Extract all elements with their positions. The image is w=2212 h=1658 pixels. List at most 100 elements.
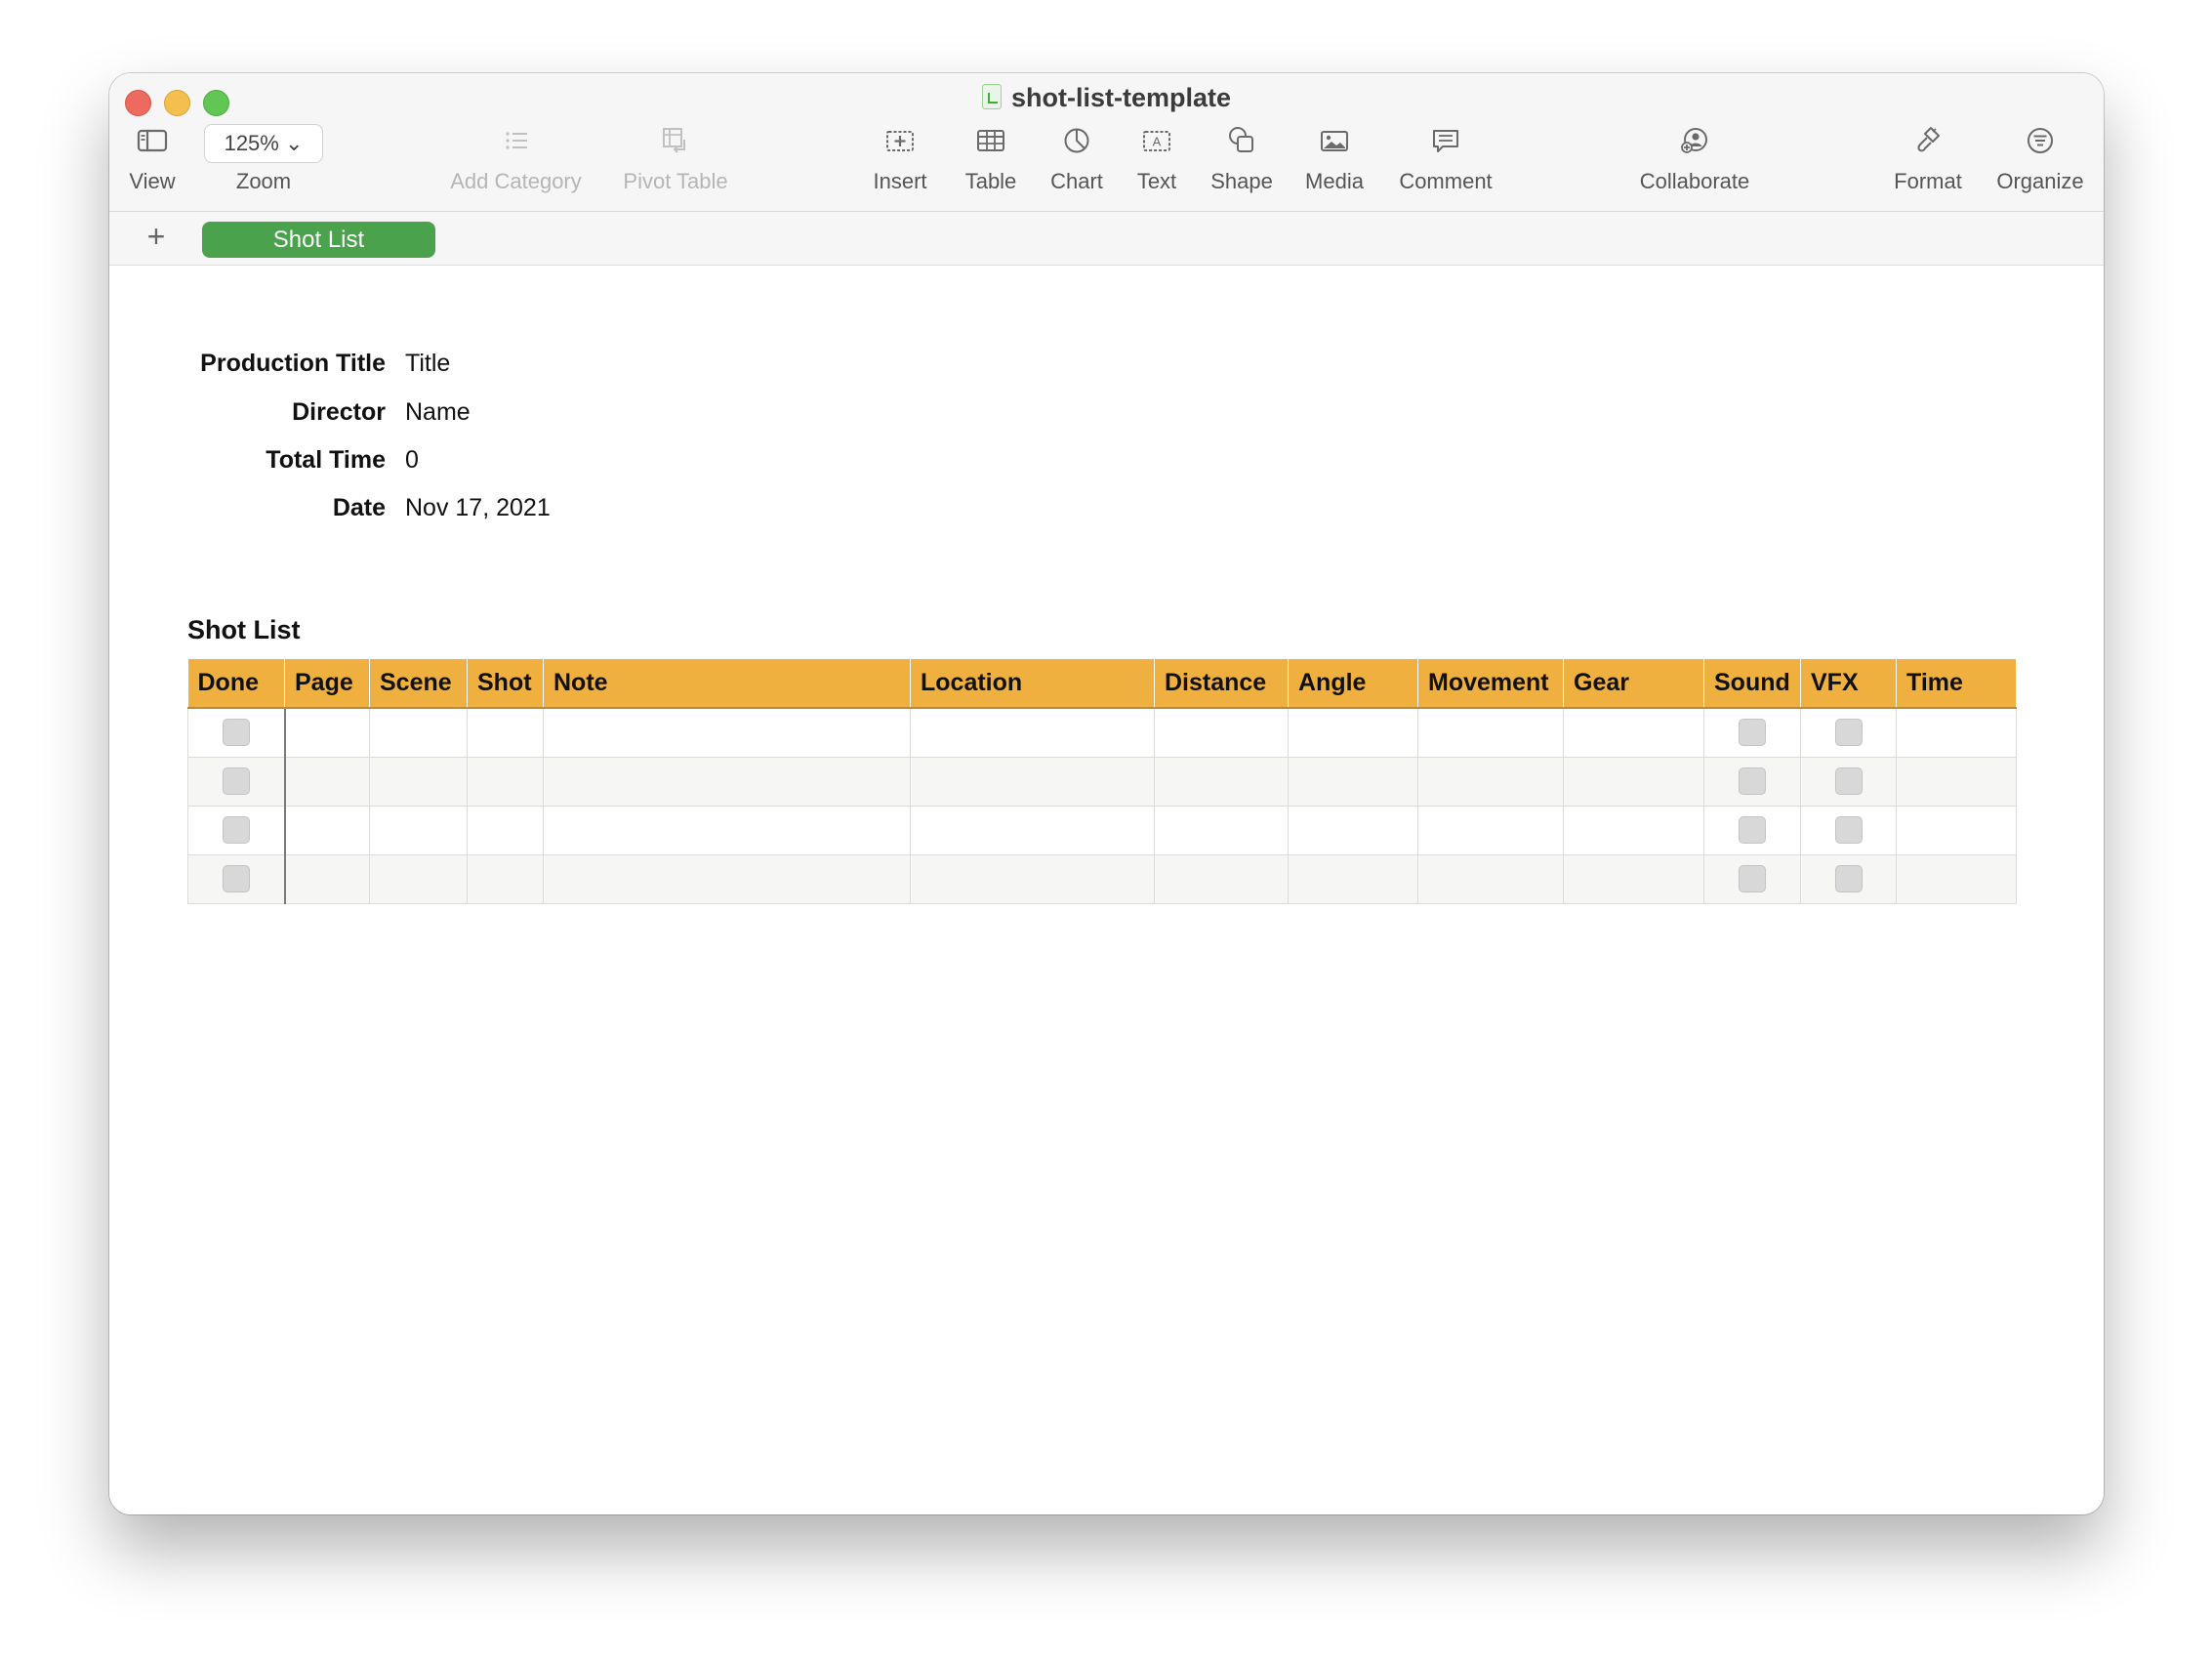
vfx-checkbox[interactable]	[1834, 816, 1863, 844]
scene-cell[interactable]	[369, 853, 468, 904]
page-cell[interactable]	[284, 756, 370, 807]
info-value[interactable]: 0	[405, 446, 419, 475]
gear-cell[interactable]	[1563, 756, 1704, 807]
organize-button[interactable]: Organize	[1991, 124, 2089, 194]
view-button[interactable]: View	[123, 124, 182, 194]
note-cell[interactable]	[543, 707, 911, 758]
sound-cell[interactable]	[1703, 707, 1801, 758]
vfx-checkbox[interactable]	[1834, 719, 1863, 747]
insert-button[interactable]: Insert	[865, 124, 935, 194]
distance-cell[interactable]	[1154, 805, 1289, 855]
info-value[interactable]: Nov 17, 2021	[405, 494, 551, 522]
gear-cell[interactable]	[1563, 853, 1704, 904]
sound-cell[interactable]	[1703, 853, 1801, 904]
column-header-angle[interactable]: Angle	[1288, 659, 1418, 709]
view-label: View	[129, 169, 176, 193]
location-cell[interactable]	[910, 805, 1155, 855]
angle-cell[interactable]	[1288, 707, 1418, 758]
movement-cell[interactable]	[1417, 853, 1564, 904]
movement-cell[interactable]	[1417, 756, 1564, 807]
column-header-scene[interactable]: Scene	[369, 659, 468, 709]
sound-cell[interactable]	[1703, 756, 1801, 807]
column-header-time[interactable]: Time	[1896, 659, 2017, 709]
movement-cell[interactable]	[1417, 707, 1564, 758]
scene-cell[interactable]	[369, 707, 468, 758]
distance-cell[interactable]	[1154, 853, 1289, 904]
column-header-movement[interactable]: Movement	[1417, 659, 1564, 709]
page-cell[interactable]	[284, 805, 370, 855]
vfx-cell[interactable]	[1800, 707, 1897, 758]
shot-cell[interactable]	[467, 707, 544, 758]
done-cell[interactable]	[187, 707, 286, 758]
column-header-gear[interactable]: Gear	[1563, 659, 1704, 709]
done-checkbox[interactable]	[222, 719, 250, 747]
info-value[interactable]: Title	[405, 350, 450, 378]
media-button[interactable]: Media	[1298, 124, 1371, 194]
column-header-done[interactable]: Done	[187, 659, 285, 709]
done-checkbox[interactable]	[222, 816, 250, 844]
vfx-cell[interactable]	[1800, 805, 1897, 855]
note-cell[interactable]	[543, 853, 911, 904]
gear-cell[interactable]	[1563, 707, 1704, 758]
shot-cell[interactable]	[467, 805, 544, 855]
text-button[interactable]: A Text	[1127, 124, 1186, 194]
vfx-checkbox[interactable]	[1834, 865, 1863, 892]
gear-cell[interactable]	[1563, 805, 1704, 855]
time-cell[interactable]	[1896, 756, 2017, 807]
angle-cell[interactable]	[1288, 853, 1418, 904]
info-value[interactable]: Name	[405, 398, 471, 427]
vfx-cell[interactable]	[1800, 756, 1897, 807]
column-header-vfx[interactable]: VFX	[1800, 659, 1897, 709]
tab-shot-list[interactable]: Shot List	[202, 222, 435, 258]
note-cell[interactable]	[543, 805, 911, 855]
zoom-control[interactable]: 125% ⌄ Zoom	[203, 124, 324, 194]
column-header-location[interactable]: Location	[910, 659, 1155, 709]
collaborate-label: Collaborate	[1639, 169, 1750, 193]
table-button[interactable]: Table	[958, 124, 1024, 194]
sound-checkbox[interactable]	[1739, 767, 1766, 795]
chart-button[interactable]: Chart	[1045, 124, 1109, 194]
angle-cell[interactable]	[1288, 756, 1418, 807]
angle-cell[interactable]	[1288, 805, 1418, 855]
collaborate-button[interactable]: Collaborate	[1631, 124, 1758, 194]
done-checkbox[interactable]	[222, 767, 250, 795]
movement-cell[interactable]	[1417, 805, 1564, 855]
scene-cell[interactable]	[369, 756, 468, 807]
column-header-distance[interactable]: Distance	[1154, 659, 1289, 709]
done-cell[interactable]	[187, 756, 286, 807]
distance-cell[interactable]	[1154, 707, 1289, 758]
format-button[interactable]: Format	[1888, 124, 1968, 194]
column-header-note[interactable]: Note	[543, 659, 911, 709]
sound-checkbox[interactable]	[1739, 816, 1766, 844]
page-cell[interactable]	[284, 853, 370, 904]
location-cell[interactable]	[910, 707, 1155, 758]
comment-button[interactable]: Comment	[1394, 124, 1497, 194]
shot-cell[interactable]	[467, 853, 544, 904]
location-cell[interactable]	[910, 756, 1155, 807]
sound-checkbox[interactable]	[1739, 719, 1766, 747]
time-cell[interactable]	[1896, 805, 2017, 855]
zoom-select[interactable]: 125% ⌄	[204, 124, 323, 163]
scene-cell[interactable]	[369, 805, 468, 855]
vfx-checkbox[interactable]	[1834, 767, 1863, 795]
add-sheet-button[interactable]: +	[142, 220, 171, 255]
column-header-shot[interactable]: Shot	[467, 659, 544, 709]
shot-cell[interactable]	[467, 756, 544, 807]
time-cell[interactable]	[1896, 707, 2017, 758]
column-header-page[interactable]: Page	[284, 659, 370, 709]
sound-checkbox[interactable]	[1739, 865, 1766, 892]
shape-button[interactable]: Shape	[1205, 124, 1279, 194]
location-cell[interactable]	[910, 853, 1155, 904]
done-cell[interactable]	[187, 853, 286, 904]
done-cell[interactable]	[187, 805, 286, 855]
add-category-button[interactable]: Add Category	[445, 124, 587, 194]
sound-cell[interactable]	[1703, 805, 1801, 855]
distance-cell[interactable]	[1154, 756, 1289, 807]
vfx-cell[interactable]	[1800, 853, 1897, 904]
pivot-table-button[interactable]: Pivot Table	[617, 124, 734, 194]
note-cell[interactable]	[543, 756, 911, 807]
done-checkbox[interactable]	[222, 865, 250, 892]
time-cell[interactable]	[1896, 853, 2017, 904]
page-cell[interactable]	[284, 707, 370, 758]
column-header-sound[interactable]: Sound	[1703, 659, 1801, 709]
